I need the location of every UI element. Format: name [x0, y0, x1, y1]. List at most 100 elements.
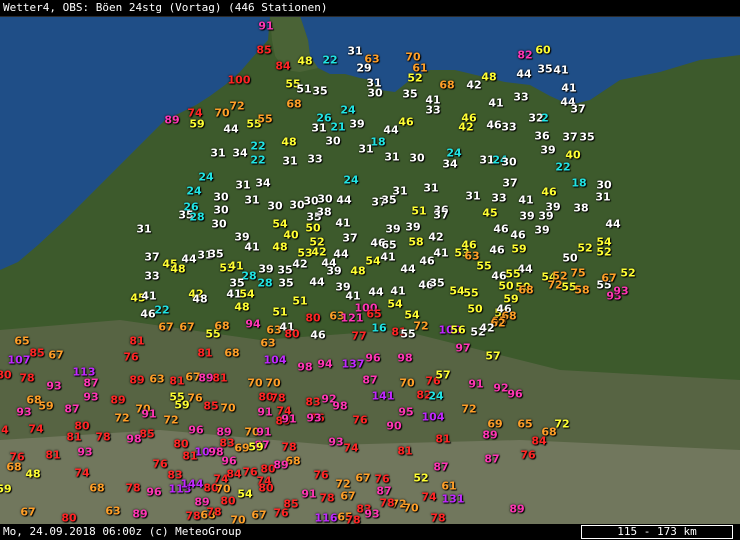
station-gust-value: 80 [173, 437, 189, 451]
station-gust-value: 48 [192, 292, 208, 306]
station-gust-value: 72 [335, 477, 351, 491]
station-gust-value: 55 [463, 286, 479, 300]
station-gust-value: 70 [214, 106, 230, 120]
station-gust-value: 57 [485, 349, 501, 363]
map-frame: 91 85 84 48 22 31 29 63 70 61 82 60 44 35 41 100 55 51 35 3… [0, 0, 740, 540]
station-gust-value: 54 [239, 287, 255, 301]
station-gust-value: 38 [573, 201, 589, 215]
station-gust-value: 74 [343, 441, 359, 455]
station-gust-value: 48 [281, 135, 297, 149]
station-gust-value: 30 [211, 217, 227, 231]
station-gust-value: 22 [154, 303, 170, 317]
station-gust-value: 59 [0, 482, 12, 496]
station-gust-value: 31 [244, 193, 260, 207]
station-gust-value: 41 [561, 81, 577, 95]
station-gust-value: 63 [105, 504, 121, 518]
station-gust-value: 33 [425, 103, 441, 117]
station-gust-value: 98 [397, 351, 413, 365]
station-gust-value: 78 [125, 481, 141, 495]
station-gust-value: 39 [540, 143, 556, 157]
station-gust-value: 80 [258, 481, 274, 495]
station-gust-value: 68 [214, 319, 230, 333]
station-gust-value: 59 [248, 440, 264, 454]
station-gust-value: 21 [330, 120, 346, 134]
station-gust-value: 44 [223, 122, 239, 136]
station-gust-value: 89 [509, 502, 525, 516]
station-gust-value: 93 [328, 435, 344, 449]
station-gust-value: 78 [19, 371, 35, 385]
station-gust-value: 31 [384, 150, 400, 164]
station-gust-value: 78 [430, 511, 446, 525]
station-gust-value: 41 [380, 250, 396, 264]
station-gust-value: 81 [397, 444, 413, 458]
station-gust-value: 81 [212, 371, 228, 385]
station-gust-value: 78 [379, 496, 395, 510]
station-gust-value: 89 [164, 113, 180, 127]
station-gust-value: 91 [301, 487, 317, 501]
station-gust-value: 131 [441, 492, 465, 506]
station-gust-value: 28 [257, 276, 273, 290]
station-gust-value: 30 [596, 178, 612, 192]
station-gust-value: 80 [284, 327, 300, 341]
station-gust-value: 45 [482, 206, 498, 220]
station-gust-value: 72 [461, 402, 477, 416]
station-gust-value: 34 [232, 146, 248, 160]
station-gust-value: 89 [482, 428, 498, 442]
station-gust-value: 96 [221, 454, 237, 468]
station-gust-value: 55 [505, 267, 521, 281]
station-gust-value: 35 [537, 62, 553, 76]
station-gust-value: 78 [281, 440, 297, 454]
station-gust-value: 22 [250, 153, 266, 167]
station-gust-value: 50 [467, 302, 483, 316]
station-gust-value: 70 [220, 401, 236, 415]
station-gust-value: 98 [126, 432, 142, 446]
station-gust-value: 89 [132, 507, 148, 521]
station-gust-value: 104 [421, 410, 445, 424]
station-gust-value: 44 [605, 217, 621, 231]
station-gust-value: 80 [61, 511, 77, 525]
station-gust-value: 24 [428, 389, 444, 403]
station-gust-value: 104 [263, 353, 287, 367]
station-gust-value: 78 [206, 505, 222, 519]
station-gust-value: 91 [281, 412, 297, 426]
station-gust-value: 76 [313, 468, 329, 482]
station-gust-value: 35 [312, 84, 328, 98]
station-gust-value: 48 [25, 467, 41, 481]
station-gust-value: 84 [275, 59, 291, 73]
station-gust-value: 39 [519, 209, 535, 223]
station-gust-value: 100 [227, 73, 251, 87]
station-gust-value: 51 [292, 294, 308, 308]
station-gust-value: 44 [400, 262, 416, 276]
station-gust-value: 54 [237, 487, 253, 501]
station-gust-value: 30 [325, 134, 341, 148]
station-gust-value: 46 [398, 115, 414, 129]
station-gust-value: 87 [362, 373, 378, 387]
station-gust-value: 41 [335, 216, 351, 230]
station-gust-value: 63 [364, 52, 380, 66]
station-gust-value: 76 [520, 448, 536, 462]
station-gust-value: 4 [1, 423, 9, 437]
station-gust-value: 35 [208, 247, 224, 261]
station-gust-value: 36 [534, 129, 550, 143]
station-gust-value: 44 [383, 123, 399, 137]
station-gust-value: 72 [163, 413, 179, 427]
station-gust-value: 93 [613, 284, 629, 298]
station-gust-value: 38 [316, 205, 332, 219]
station-gust-value: 40 [283, 228, 299, 242]
station-gust-value: 81 [45, 448, 61, 462]
station-gust-value: 41 [488, 96, 504, 110]
station-gust-value: 50 [498, 279, 514, 293]
station-gust-value: 81 [197, 346, 213, 360]
station-gust-value: 46 [310, 328, 326, 342]
station-gust-value: 30 [267, 199, 283, 213]
station-gust-value: 31 [210, 146, 226, 160]
title-bar: Wetter4, OBS: Böen 24stg (Vortag) (446 S… [0, 0, 740, 17]
station-gust-value: 93 [306, 411, 322, 425]
station-gust-value: 68 [439, 78, 455, 92]
station-gust-value: 28 [189, 210, 205, 224]
station-gust-value: 41 [390, 284, 406, 298]
station-gust-value: 46 [510, 228, 526, 242]
station-gust-value: 67 [355, 471, 371, 485]
station-gust-value: 96 [188, 423, 204, 437]
station-gust-value: 56 [450, 323, 466, 337]
